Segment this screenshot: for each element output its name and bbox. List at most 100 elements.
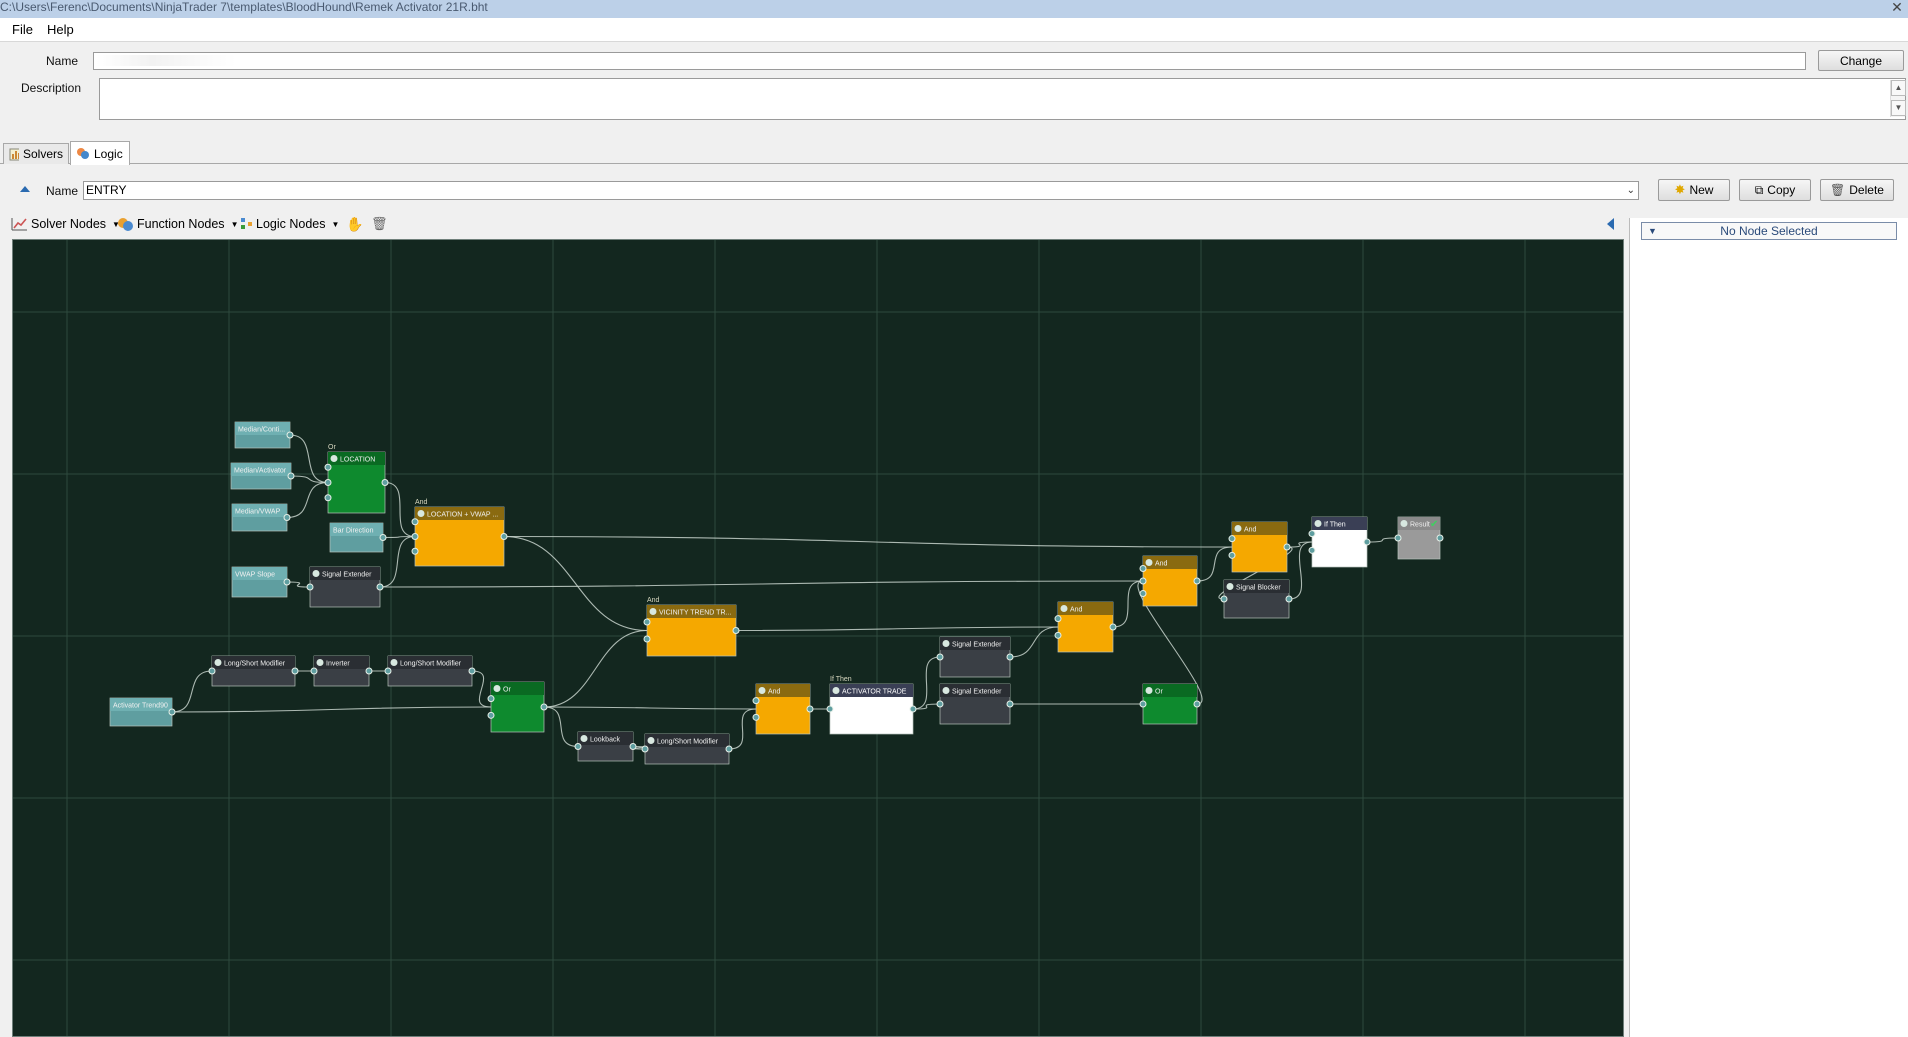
scroll-up-icon[interactable]: ▲ — [1891, 80, 1906, 96]
graph-node-orange[interactable]: And — [1228, 521, 1291, 573]
output-port[interactable] — [291, 667, 299, 675]
graph-node-white[interactable]: If Then ACTIVATOR TRADE — [826, 676, 917, 735]
graph-node-teal[interactable]: VWAP Slope — [231, 566, 291, 598]
graph-node-dark[interactable]: Signal Extender — [936, 683, 1014, 725]
input-port[interactable] — [1394, 534, 1402, 542]
input-port[interactable] — [411, 533, 419, 540]
output-port[interactable] — [1006, 653, 1014, 661]
toolbar-delete-icon[interactable]: 🗑 — [371, 214, 388, 234]
new-button[interactable]: ✸ New — [1658, 179, 1730, 201]
graph-node-dark[interactable]: Lookback — [574, 731, 637, 762]
input-port[interactable] — [384, 667, 392, 675]
output-port[interactable] — [1193, 577, 1201, 585]
logic-name-select[interactable]: ENTRY ⌄ — [83, 181, 1639, 200]
logic-canvas[interactable]: Median/Conti... Median/Activator Median/VW… — [12, 239, 1624, 1037]
graph-node-orange[interactable]: And — [1054, 601, 1117, 653]
input-port[interactable] — [1228, 551, 1236, 559]
output-port[interactable] — [629, 743, 637, 750]
menu-help[interactable]: Help — [43, 21, 78, 39]
logic-graph[interactable]: Median/Conti... Median/Activator Median/VW… — [13, 240, 1624, 1037]
collapse-up-icon[interactable] — [20, 186, 30, 192]
collapse-panel-icon[interactable] — [1607, 218, 1614, 230]
input-port[interactable] — [1308, 530, 1316, 538]
input-port[interactable] — [1139, 590, 1147, 597]
output-port[interactable] — [1436, 534, 1444, 542]
input-port[interactable] — [1139, 565, 1147, 572]
graph-node-white[interactable]: If Then — [1308, 516, 1371, 568]
input-port[interactable] — [1139, 577, 1147, 585]
output-port[interactable] — [283, 578, 291, 586]
output-port[interactable] — [168, 708, 176, 716]
input-port[interactable] — [487, 695, 495, 703]
input-port[interactable] — [936, 700, 944, 708]
scroll-down-icon[interactable]: ▼ — [1891, 100, 1906, 116]
input-port[interactable] — [1308, 546, 1316, 554]
graph-node-orange[interactable]: And LOCATION + VWAP ... — [411, 499, 508, 567]
change-button[interactable]: Change — [1818, 50, 1904, 71]
input-port[interactable] — [324, 494, 332, 502]
input-port[interactable] — [752, 713, 760, 721]
output-port[interactable] — [725, 745, 733, 753]
tab-solvers[interactable]: Solvers — [3, 143, 69, 164]
output-port[interactable] — [540, 703, 548, 711]
output-port[interactable] — [379, 534, 387, 541]
graph-node-dark[interactable]: Long/Short Modifier — [208, 655, 299, 687]
description-field[interactable] — [99, 78, 1906, 120]
input-port[interactable] — [1139, 700, 1147, 708]
tab-logic[interactable]: Logic — [70, 141, 130, 165]
output-port[interactable] — [376, 583, 384, 591]
output-port[interactable] — [1363, 538, 1371, 546]
output-port[interactable] — [468, 667, 476, 675]
output-port[interactable] — [732, 627, 740, 634]
output-port[interactable] — [1285, 595, 1293, 603]
graph-node-teal[interactable]: Median/Activator — [230, 462, 295, 490]
input-port[interactable] — [487, 711, 495, 719]
solver-nodes-menu[interactable]: Solver Nodes ▼ — [11, 214, 120, 234]
input-port[interactable] — [324, 463, 332, 471]
graph-node-dark[interactable]: Signal Extender — [936, 636, 1014, 678]
graph-node-orange[interactable]: And — [1139, 555, 1201, 607]
input-port[interactable] — [643, 618, 651, 626]
graph-node-teal[interactable]: Median/VWAP — [231, 503, 291, 532]
output-port[interactable] — [1006, 700, 1014, 708]
output-port[interactable] — [286, 431, 294, 439]
output-port[interactable] — [287, 472, 295, 480]
input-port[interactable] — [324, 479, 332, 486]
input-port[interactable] — [411, 518, 419, 526]
output-port[interactable] — [1193, 700, 1201, 708]
description-scrollbar[interactable]: ▲ ▼ — [1890, 80, 1906, 117]
node-selection-header[interactable]: ▼ No Node Selected — [1641, 222, 1897, 240]
graph-node-teal[interactable]: Bar Direction — [329, 522, 387, 553]
input-port[interactable] — [936, 653, 944, 661]
output-port[interactable] — [365, 667, 373, 675]
graph-node-dark[interactable]: Long/Short Modifier — [641, 733, 733, 765]
input-port[interactable] — [1054, 631, 1062, 639]
input-port[interactable] — [1228, 535, 1236, 543]
expand-chevron-icon[interactable]: ▼ — [1648, 223, 1657, 239]
graph-node-gray[interactable]: Result ✔ — [1394, 516, 1444, 560]
input-port[interactable] — [752, 697, 760, 705]
dropdown-chevron-icon[interactable]: ⌄ — [1627, 182, 1635, 199]
close-icon[interactable]: ✕ — [1890, 0, 1904, 16]
input-port[interactable] — [826, 705, 834, 713]
output-port[interactable] — [283, 514, 291, 521]
input-port[interactable] — [1220, 595, 1228, 603]
graph-node-green[interactable]: Or — [1139, 683, 1201, 725]
input-port[interactable] — [643, 635, 651, 643]
graph-node-orange[interactable]: And VICINITY TREND TR... — [643, 597, 740, 657]
graph-node-dark[interactable]: Long/Short Modifier — [384, 655, 476, 687]
output-port[interactable] — [909, 705, 917, 713]
function-nodes-menu[interactable]: Function Nodes ▼ — [117, 214, 238, 234]
output-port[interactable] — [381, 479, 389, 486]
input-port[interactable] — [306, 583, 314, 591]
graph-node-green[interactable]: Or LOCATION — [324, 444, 389, 514]
output-port[interactable] — [1283, 543, 1291, 551]
graph-node-dark[interactable]: Signal Extender — [306, 566, 384, 608]
input-port[interactable] — [208, 667, 216, 675]
input-port[interactable] — [310, 667, 318, 675]
menu-file[interactable]: File — [8, 21, 37, 39]
input-port[interactable] — [1054, 615, 1062, 623]
input-port[interactable] — [574, 743, 582, 750]
template-name-field[interactable] — [93, 52, 1806, 70]
graph-node-teal[interactable]: Activator Trend90 — [109, 697, 176, 727]
